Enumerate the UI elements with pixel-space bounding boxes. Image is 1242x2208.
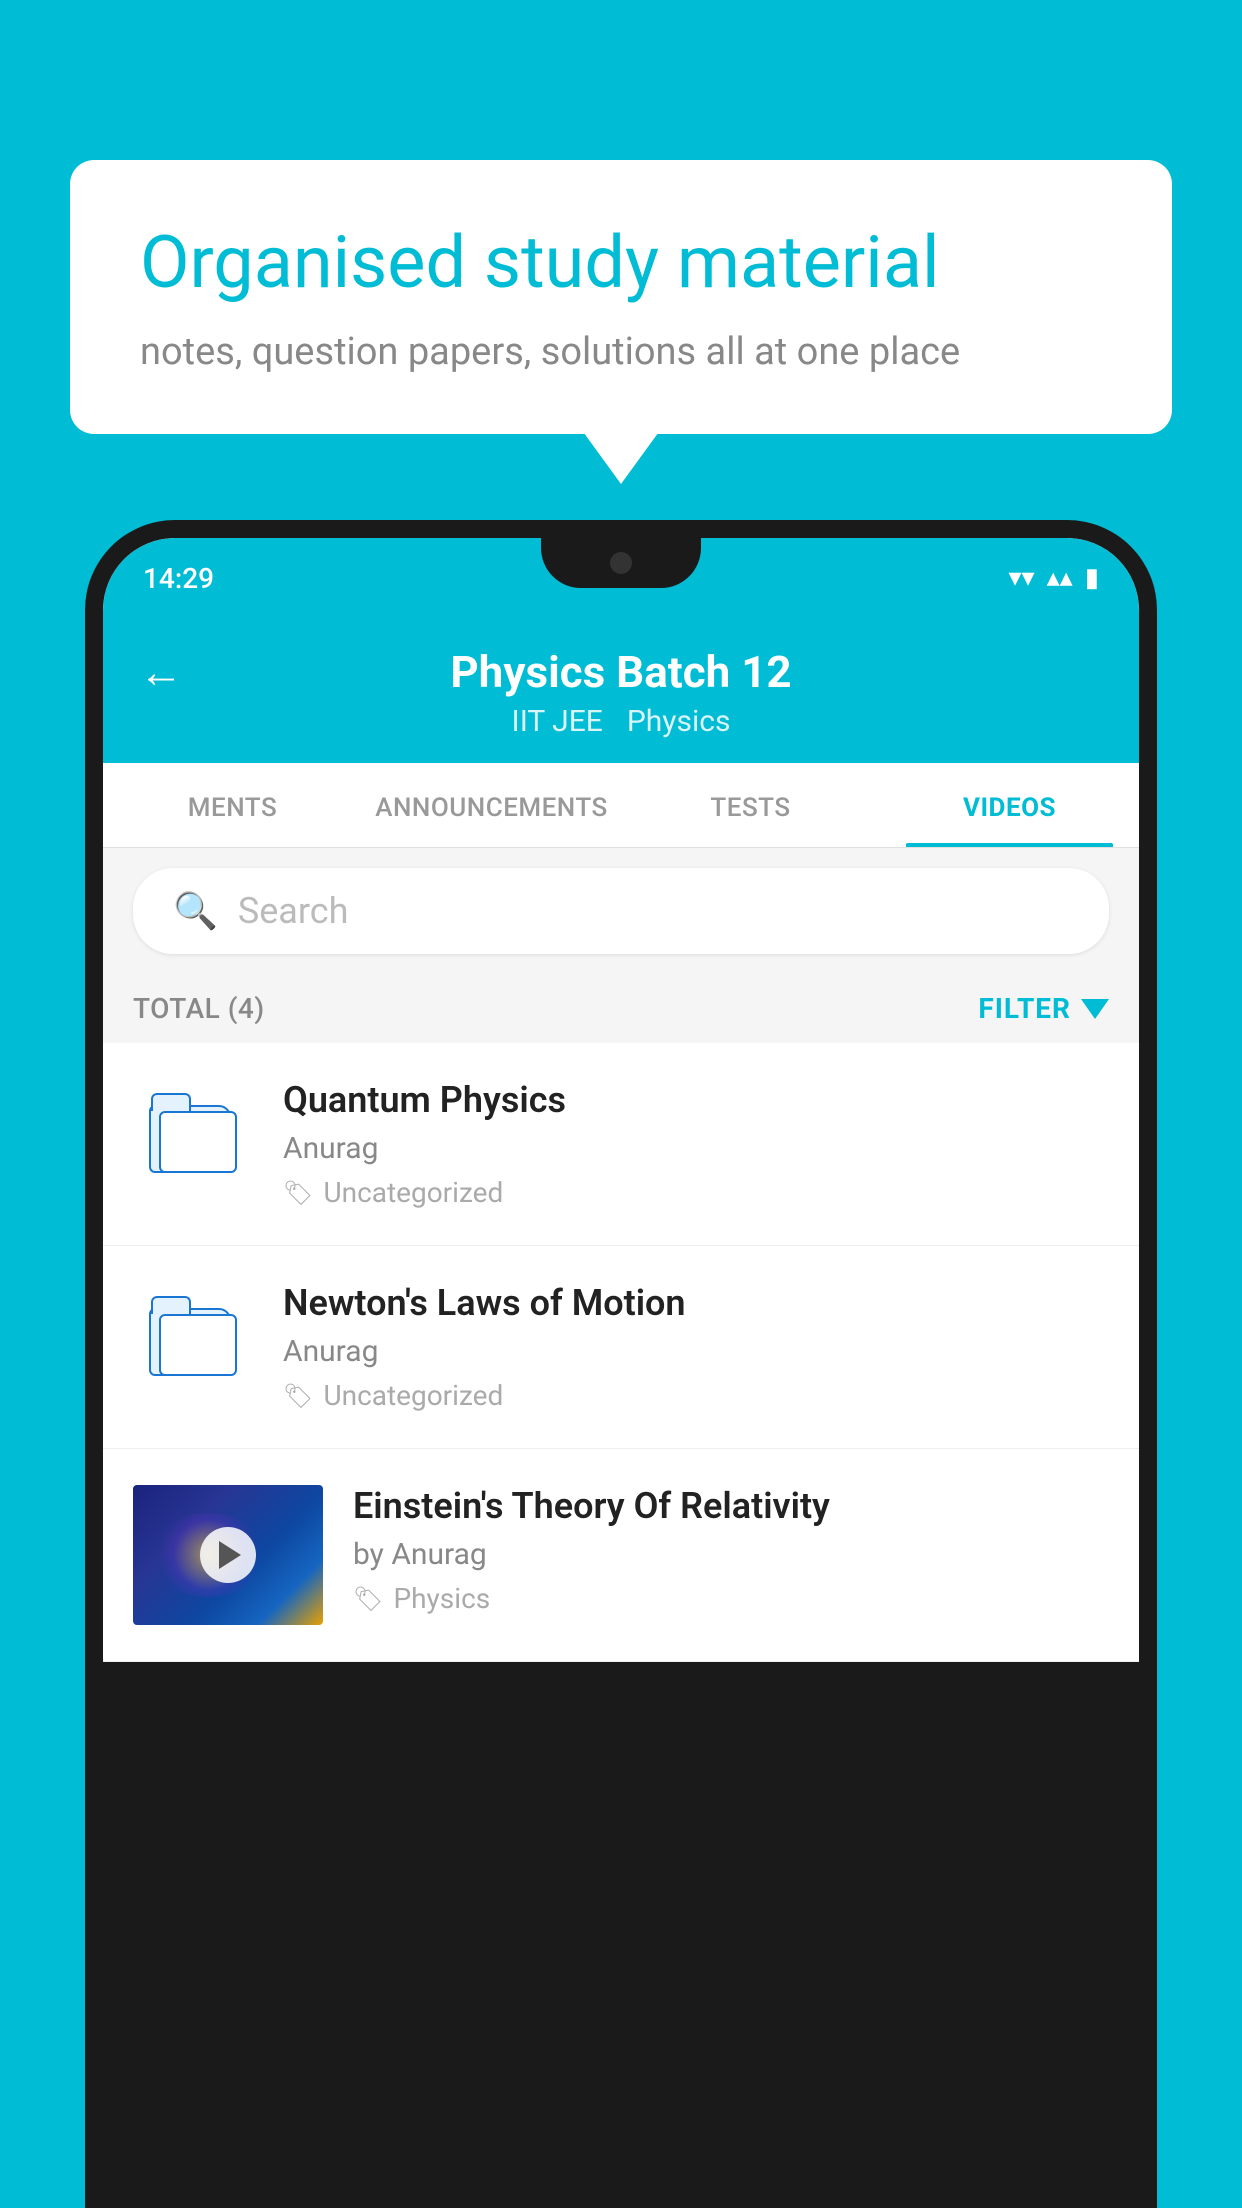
back-button[interactable]: ← [139, 646, 183, 698]
header-subtitle-iitjee: IIT JEE [512, 704, 603, 739]
header-subtitle-physics: Physics [627, 704, 731, 739]
tab-tests[interactable]: TESTS [621, 763, 880, 847]
filter-button[interactable]: FILTER [978, 992, 1109, 1025]
folder-front [159, 1314, 237, 1376]
list-item[interactable]: Einstein's Theory Of Relativity by Anura… [103, 1449, 1139, 1662]
phone-outer: 14:29 ▾▾ ▴▴ ▮ ← Physics Batch 12 IIT JEE… [85, 520, 1157, 2208]
camera-dot [610, 552, 632, 574]
video-tag: 🏷 Uncategorized [283, 1176, 1109, 1209]
bubble-subtitle: notes, question papers, solutions all at… [140, 330, 1102, 374]
status-icons: ▾▾ ▴▴ ▮ [1008, 563, 1099, 593]
video-author: by Anurag [353, 1537, 1109, 1572]
notch [541, 538, 701, 588]
play-button[interactable] [200, 1527, 256, 1583]
tag-label: Uncategorized [323, 1379, 503, 1412]
video-info-1: Quantum Physics Anurag 🏷 Uncategorized [283, 1079, 1109, 1209]
phone-mockup: 14:29 ▾▾ ▴▴ ▮ ← Physics Batch 12 IIT JEE… [85, 520, 1157, 2208]
tag-label: Uncategorized [323, 1176, 503, 1209]
folder-icon [149, 1288, 237, 1376]
header-subtitle: IIT JEE Physics [512, 704, 731, 739]
video-info-3: Einstein's Theory Of Relativity by Anura… [353, 1485, 1109, 1615]
video-title: Einstein's Theory Of Relativity [353, 1485, 1109, 1527]
battery-icon: ▮ [1085, 563, 1099, 593]
filter-bar: TOTAL (4) FILTER [103, 974, 1139, 1043]
video-info-2: Newton's Laws of Motion Anurag 🏷 Uncateg… [283, 1282, 1109, 1412]
bubble-title: Organised study material [140, 220, 1102, 306]
tab-videos[interactable]: VIDEOS [880, 763, 1139, 847]
video-thumb-1 [133, 1079, 253, 1179]
video-title: Quantum Physics [283, 1079, 1109, 1121]
play-icon [219, 1541, 241, 1569]
tag-icon: 🏷 [353, 1585, 383, 1613]
tabs-bar: MENTS ANNOUNCEMENTS TESTS VIDEOS [103, 763, 1139, 848]
filter-label: FILTER [978, 992, 1071, 1025]
video-thumbnail-3 [133, 1485, 323, 1625]
tag-icon: 🏷 [283, 1179, 313, 1207]
wifi-icon: ▾▾ [1008, 563, 1034, 593]
video-author: Anurag [283, 1131, 1109, 1166]
tab-ments[interactable]: MENTS [103, 763, 362, 847]
status-bar: 14:29 ▾▾ ▴▴ ▮ [103, 538, 1139, 618]
search-icon: 🔍 [173, 890, 218, 932]
search-placeholder: Search [238, 890, 349, 932]
video-thumb-2 [133, 1282, 253, 1382]
filter-triangle-icon [1081, 999, 1109, 1019]
tag-label: Physics [393, 1582, 490, 1615]
phone-screen: 14:29 ▾▾ ▴▴ ▮ ← Physics Batch 12 IIT JEE… [103, 538, 1139, 1662]
video-author: Anurag [283, 1334, 1109, 1369]
speech-bubble-container: Organised study material notes, question… [70, 160, 1172, 434]
folder-front [159, 1111, 237, 1173]
list-item[interactable]: Quantum Physics Anurag 🏷 Uncategorized [103, 1043, 1139, 1246]
video-list: Quantum Physics Anurag 🏷 Uncategorized [103, 1043, 1139, 1662]
total-count: TOTAL (4) [133, 992, 265, 1025]
list-item[interactable]: Newton's Laws of Motion Anurag 🏷 Uncateg… [103, 1246, 1139, 1449]
header-title: Physics Batch 12 [450, 646, 791, 698]
status-time: 14:29 [143, 562, 214, 595]
video-tag: 🏷 Uncategorized [283, 1379, 1109, 1412]
search-input[interactable]: 🔍 Search [133, 868, 1109, 954]
folder-icon [149, 1085, 237, 1173]
video-title: Newton's Laws of Motion [283, 1282, 1109, 1324]
tag-icon: 🏷 [283, 1382, 313, 1410]
video-tag: 🏷 Physics [353, 1582, 1109, 1615]
speech-bubble: Organised study material notes, question… [70, 160, 1172, 434]
app-header: ← Physics Batch 12 IIT JEE Physics [103, 618, 1139, 763]
tab-announcements[interactable]: ANNOUNCEMENTS [362, 763, 621, 847]
search-bar-container: 🔍 Search [103, 848, 1139, 974]
signal-icon: ▴▴ [1047, 563, 1073, 593]
